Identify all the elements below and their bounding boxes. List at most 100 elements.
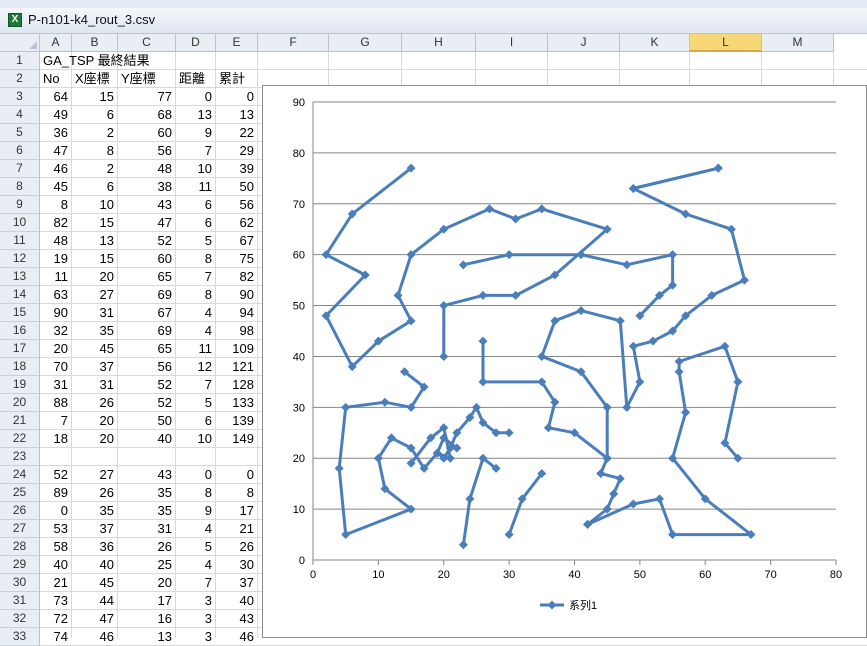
data-cell[interactable]: 69: [118, 322, 172, 340]
row-header-22[interactable]: 22: [0, 430, 40, 448]
header-cell[interactable]: No: [43, 70, 60, 88]
data-cell[interactable]: 72: [40, 610, 68, 628]
row-header-25[interactable]: 25: [0, 484, 40, 502]
data-cell[interactable]: 17: [216, 502, 254, 520]
data-cell[interactable]: 45: [40, 178, 68, 196]
data-cell[interactable]: 37: [216, 574, 254, 592]
column-header-f[interactable]: F: [258, 34, 329, 52]
data-cell[interactable]: 149: [216, 430, 254, 448]
data-cell[interactable]: 6: [176, 214, 212, 232]
data-cell[interactable]: 8: [216, 484, 254, 502]
column-header-m[interactable]: M: [762, 34, 834, 52]
data-cell[interactable]: 40: [118, 430, 172, 448]
data-cell[interactable]: 88: [40, 394, 68, 412]
data-cell[interactable]: 31: [118, 520, 172, 538]
data-cell[interactable]: 47: [118, 214, 172, 232]
data-cell[interactable]: 16: [118, 610, 172, 628]
data-cell[interactable]: 3: [176, 610, 212, 628]
data-cell[interactable]: 4: [176, 322, 212, 340]
data-cell[interactable]: 35: [72, 322, 114, 340]
data-cell[interactable]: 60: [118, 124, 172, 142]
data-cell[interactable]: 43: [118, 196, 172, 214]
data-cell[interactable]: 32: [40, 322, 68, 340]
row-header-1[interactable]: 1: [0, 52, 40, 70]
row-header-11[interactable]: 11: [0, 232, 40, 250]
data-cell[interactable]: 8: [176, 250, 212, 268]
data-cell[interactable]: 6: [176, 412, 212, 430]
data-cell[interactable]: 48: [40, 232, 68, 250]
data-cell[interactable]: 65: [118, 340, 172, 358]
row-header-31[interactable]: 31: [0, 592, 40, 610]
data-cell[interactable]: 0: [40, 502, 68, 520]
select-all-corner[interactable]: [0, 34, 40, 52]
row-header-8[interactable]: 8: [0, 178, 40, 196]
data-cell[interactable]: 7: [176, 376, 212, 394]
data-cell[interactable]: 121: [216, 358, 254, 376]
row-header-13[interactable]: 13: [0, 268, 40, 286]
data-cell[interactable]: 44: [72, 592, 114, 610]
data-cell[interactable]: 4: [176, 556, 212, 574]
data-cell[interactable]: 43: [118, 466, 172, 484]
data-cell[interactable]: 58: [40, 538, 68, 556]
data-cell[interactable]: 26: [72, 484, 114, 502]
data-cell[interactable]: 27: [72, 286, 114, 304]
column-header-c[interactable]: C: [118, 34, 176, 52]
header-cell[interactable]: X座標: [75, 70, 110, 88]
row-header-26[interactable]: 26: [0, 502, 40, 520]
data-cell[interactable]: 47: [72, 610, 114, 628]
data-cell[interactable]: 9: [176, 502, 212, 520]
data-cell[interactable]: 6: [72, 178, 114, 196]
data-cell[interactable]: 46: [40, 160, 68, 178]
data-cell[interactable]: 73: [40, 592, 68, 610]
row-header-9[interactable]: 9: [0, 196, 40, 214]
data-cell[interactable]: 67: [216, 232, 254, 250]
data-cell[interactable]: 89: [40, 484, 68, 502]
data-cell[interactable]: 128: [216, 376, 254, 394]
row-header-14[interactable]: 14: [0, 286, 40, 304]
data-cell[interactable]: 15: [72, 250, 114, 268]
data-cell[interactable]: 26: [216, 538, 254, 556]
row-header-5[interactable]: 5: [0, 124, 40, 142]
data-cell[interactable]: 26: [118, 538, 172, 556]
data-cell[interactable]: 133: [216, 394, 254, 412]
data-cell[interactable]: 36: [72, 538, 114, 556]
data-cell[interactable]: 64: [40, 88, 68, 106]
row-header-33[interactable]: 33: [0, 628, 40, 646]
data-cell[interactable]: 38: [118, 178, 172, 196]
data-cell[interactable]: 49: [40, 106, 68, 124]
data-cell[interactable]: 46: [72, 628, 114, 646]
row-header-15[interactable]: 15: [0, 304, 40, 322]
data-cell[interactable]: 0: [176, 88, 212, 106]
data-cell[interactable]: 10: [176, 160, 212, 178]
data-cell[interactable]: 19: [40, 250, 68, 268]
row-header-16[interactable]: 16: [0, 322, 40, 340]
data-cell[interactable]: 90: [216, 286, 254, 304]
data-cell[interactable]: 82: [40, 214, 68, 232]
data-cell[interactable]: 56: [118, 358, 172, 376]
column-header-h[interactable]: H: [402, 34, 476, 52]
data-cell[interactable]: 7: [176, 574, 212, 592]
data-cell[interactable]: 35: [72, 502, 114, 520]
data-cell[interactable]: 5: [176, 232, 212, 250]
data-cell[interactable]: 8: [40, 196, 68, 214]
data-cell[interactable]: 26: [72, 394, 114, 412]
data-cell[interactable]: 67: [118, 304, 172, 322]
data-cell[interactable]: 25: [118, 556, 172, 574]
data-cell[interactable]: [118, 448, 172, 466]
row-header-6[interactable]: 6: [0, 142, 40, 160]
data-cell[interactable]: [72, 448, 114, 466]
column-header-e[interactable]: E: [216, 34, 258, 52]
data-cell[interactable]: 3: [176, 628, 212, 646]
data-cell[interactable]: [216, 448, 254, 466]
data-cell[interactable]: 3: [176, 592, 212, 610]
data-cell[interactable]: 48: [118, 160, 172, 178]
row-header-10[interactable]: 10: [0, 214, 40, 232]
data-cell[interactable]: 4: [176, 304, 212, 322]
data-cell[interactable]: 50: [118, 412, 172, 430]
data-cell[interactable]: 11: [176, 178, 213, 196]
data-cell[interactable]: 0: [216, 466, 254, 484]
data-cell[interactable]: 10: [72, 196, 114, 214]
data-cell[interactable]: 8: [176, 484, 212, 502]
scatter-chart[interactable]: 0 10 20 30 40 50 60 70 80 90 0 10 20 30 40 50 60 70 80 系列1: [262, 85, 867, 638]
data-cell[interactable]: 22: [216, 124, 254, 142]
